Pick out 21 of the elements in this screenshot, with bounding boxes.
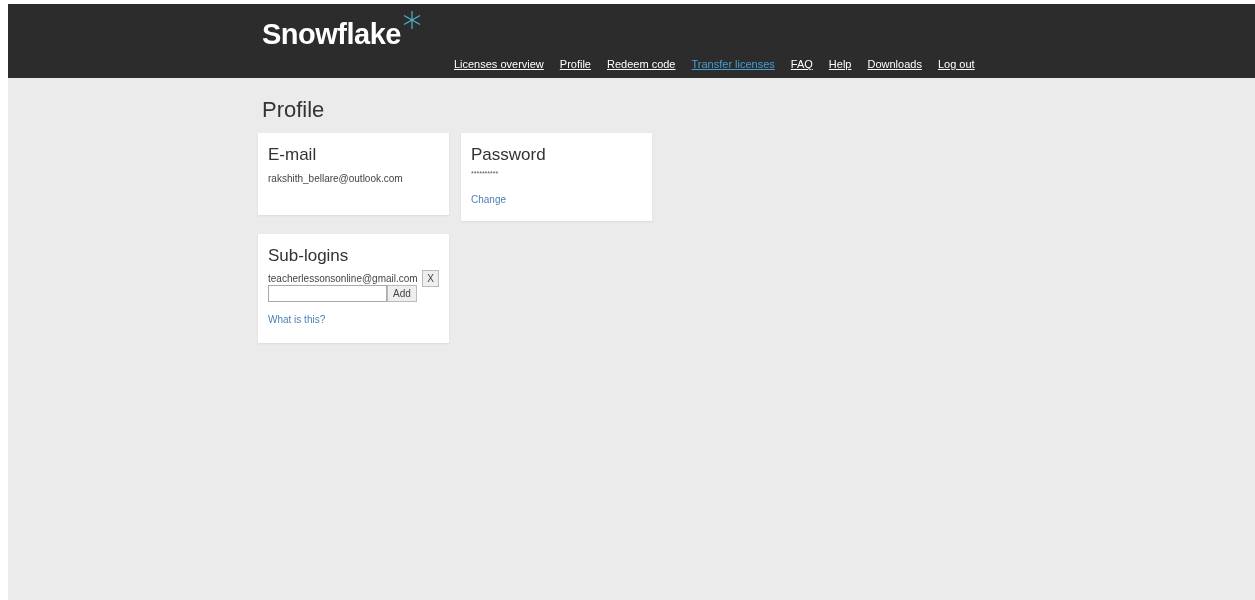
logo-text: Snowflake	[262, 18, 401, 50]
change-link[interactable]: Change	[471, 191, 642, 207]
remove-button[interactable]: X	[422, 270, 439, 287]
card-title: Password	[471, 145, 547, 165]
sublogin-input[interactable]	[268, 285, 387, 302]
email-address: rakshith_bellare@outlook.com	[268, 172, 404, 186]
card-title: E-mail	[268, 145, 318, 165]
nav-link[interactable]: Log out	[937, 56, 975, 73]
nav-link[interactable]: Help	[828, 56, 852, 73]
sublogin-email: teacherlessonsonline@gmail.com	[268, 272, 418, 286]
nav-link[interactable]: Transfer licenses	[691, 56, 775, 73]
add-button[interactable]: Add	[387, 285, 417, 302]
page-title: Profile	[262, 96, 326, 124]
nav-link[interactable]: FAQ	[790, 56, 813, 73]
what-is-this-link[interactable]: What is this?	[268, 312, 439, 327]
card-title: Sub-logins	[268, 246, 350, 266]
nav-link[interactable]: Profile	[559, 56, 591, 73]
asterisk-icon	[401, 10, 422, 30]
nav-link[interactable]: Licenses overview	[453, 56, 544, 73]
nav-link[interactable]: Redeem code	[607, 56, 676, 73]
nav-link[interactable]: Downloads	[867, 56, 922, 73]
